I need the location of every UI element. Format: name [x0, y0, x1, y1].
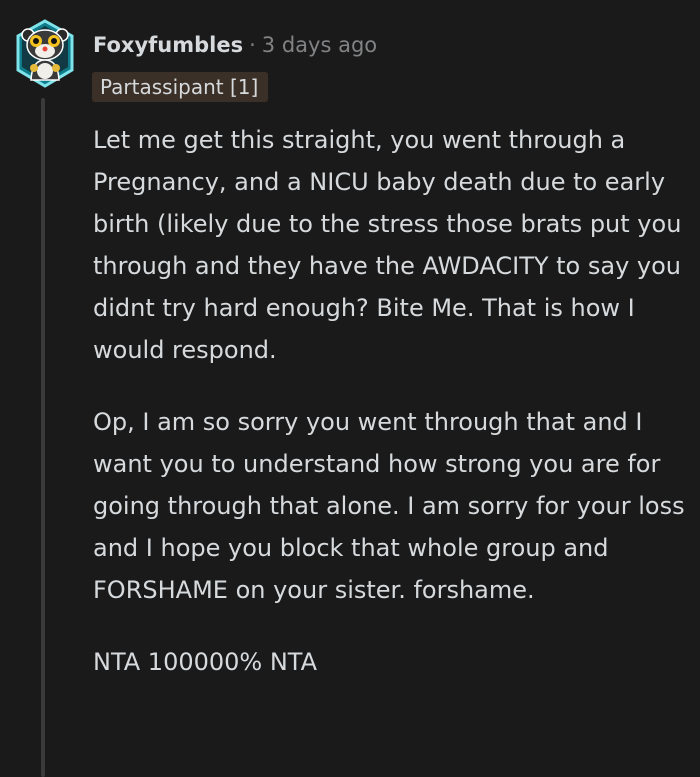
username-link[interactable]: Foxyfumbles: [93, 33, 243, 57]
user-flair-badge: Partassipant [1]: [92, 72, 269, 102]
comment-paragraph-3: NTA 100000% NTA: [93, 648, 318, 676]
comment-body: Let me get this straight, you went throu…: [93, 119, 693, 713]
user-avatar-icon[interactable]: [14, 18, 76, 90]
comment-meta: Foxyfumbles · 3 days ago: [93, 30, 377, 60]
comment-timestamp[interactable]: 3 days ago: [262, 33, 377, 57]
meta-separator: ·: [249, 33, 256, 57]
comment-paragraph-2: Op, I am so sorry you went through that …: [93, 408, 685, 604]
comment: Foxyfumbles · 3 days ago Partassipant [1…: [0, 0, 700, 777]
comment-paragraph-1: Let me get this straight, you went throu…: [93, 126, 682, 364]
thread-collapse-line[interactable]: [41, 98, 45, 777]
